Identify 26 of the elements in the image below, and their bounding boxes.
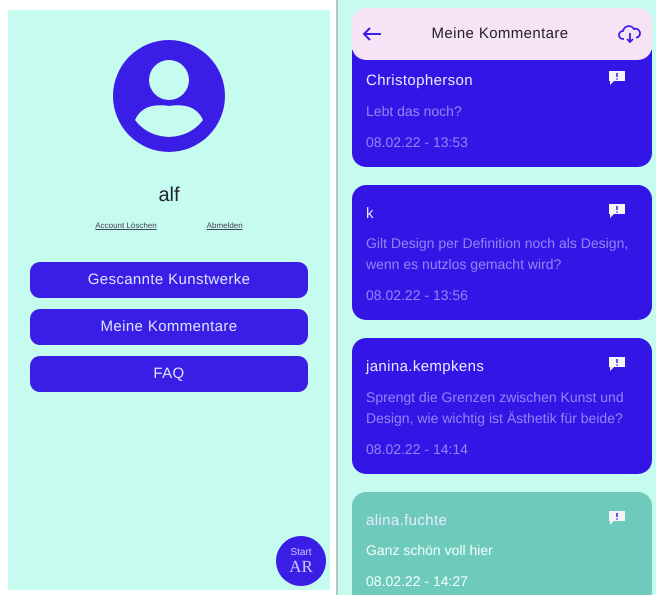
comment-text: Lebt das noch? <box>366 102 463 120</box>
menu-button[interactable]: Meine Kommentare <box>30 309 308 345</box>
account-link[interactable]: Abmelden <box>206 220 243 232</box>
comment-author: alina.fuchte <box>366 510 448 530</box>
comment-time: 08.02.22 - 14:27 <box>366 572 469 591</box>
report-icon[interactable] <box>608 356 626 372</box>
comment-text: Sprengt die Grenzen zwischen Kunst und Design, wie wichtig ist Ästhetik für beide? <box>366 388 625 428</box>
cloud-download-icon[interactable] <box>618 24 642 44</box>
account-link[interactable]: Account Löschen <box>95 220 157 232</box>
username: alf <box>158 183 180 208</box>
report-icon[interactable] <box>608 202 626 218</box>
comment-author: janina.kempkens <box>366 357 486 377</box>
comment-text: Ganz schön voll hier <box>366 541 494 560</box>
back-arrow-icon[interactable] <box>362 26 382 42</box>
screen-title: Meine Kommentare <box>430 24 570 44</box>
menu-button[interactable]: Gescannte Kunstwerke <box>30 262 308 298</box>
comment-author: Christopherson <box>366 71 474 91</box>
comment-time: 08.02.22 - 13:53 <box>366 132 469 152</box>
avatar-icon <box>113 40 225 152</box>
comment-text: Gilt Design per Definition noch als Design, wenn es nutzlos gemacht wird? <box>366 234 630 274</box>
start-ar-button[interactable]: Start AR <box>276 536 326 586</box>
report-icon[interactable] <box>608 70 626 86</box>
comment-author: k <box>366 204 375 224</box>
comment-time: 08.02.22 - 14:14 <box>366 440 469 458</box>
comment-time: 08.02.22 - 13:56 <box>366 286 469 305</box>
menu-button[interactable]: FAQ <box>30 356 308 392</box>
